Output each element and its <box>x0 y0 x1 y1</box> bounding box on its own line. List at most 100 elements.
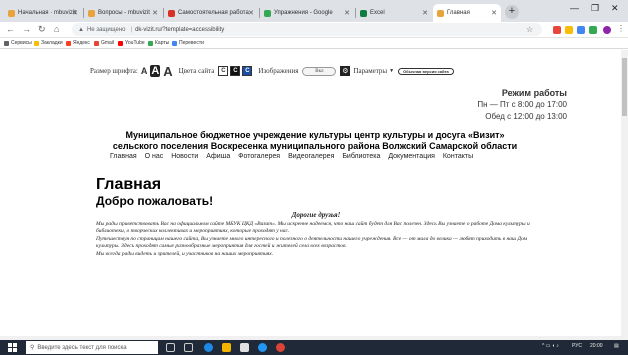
file-explorer-icon[interactable] <box>222 343 231 352</box>
font-size-medium-button[interactable]: A <box>150 65 161 77</box>
edge-icon[interactable] <box>204 343 213 352</box>
settings-label[interactable]: Параметры <box>353 67 387 75</box>
bookmark-item[interactable]: Gmail <box>94 40 114 46</box>
extension-icon[interactable] <box>565 26 573 34</box>
clock[interactable]: 20:00 <box>590 343 603 349</box>
font-size-large-button[interactable]: A <box>163 64 172 79</box>
browser-tab-active[interactable]: Главная ✕ <box>433 4 501 22</box>
tab-favicon-icon <box>360 9 367 17</box>
color-scheme-white-button[interactable]: C <box>218 66 229 76</box>
app-icon[interactable] <box>258 343 267 352</box>
close-tab-icon[interactable]: ✕ <box>248 9 254 17</box>
organization-line-2: сельского поселения Воскресенка муниципа… <box>112 141 518 151</box>
font-size-label: Размер шрифта: <box>90 67 138 75</box>
nav-item-documents[interactable]: Документация <box>388 153 435 160</box>
nav-item-library[interactable]: Библиотека <box>342 153 380 160</box>
bookmark-item[interactable]: YouTube <box>118 40 145 46</box>
nav-item-about[interactable]: О нас <box>145 153 164 160</box>
greeting-block: Дорогие друзья! Мы рады приветствовать В… <box>96 211 536 258</box>
warning-icon: ▲ <box>78 26 84 33</box>
tray-icons[interactable]: ^ ▭ ◖ ♪ <box>542 343 559 349</box>
url-bar[interactable]: ▲ Не защищено | dk-vizit.ru/?template=ac… <box>72 23 542 36</box>
hours-title: Режим работы <box>501 88 567 98</box>
accessibility-panel: Размер шрифта: A A A Цвета сайта C C C И… <box>90 64 454 79</box>
task-view-icon[interactable] <box>184 343 193 352</box>
tab-favicon-icon <box>168 9 175 17</box>
hours-weekdays: Пн — Пт с 8:00 до 17:00 <box>477 100 567 109</box>
minimize-window-icon[interactable]: — <box>570 3 579 13</box>
windows-taskbar: ⚲ Введите здесь текст для поиска ^ ▭ ◖ ♪… <box>0 340 628 355</box>
windows-start-icon[interactable] <box>8 343 17 352</box>
browser-tab[interactable]: Самостоятельная работа ✕ <box>164 4 258 22</box>
tab-favicon-icon <box>88 9 95 17</box>
extension-icon[interactable] <box>589 26 597 34</box>
nav-item-photo-gallery[interactable]: Фотогалерея <box>238 153 280 160</box>
close-tab-icon[interactable]: ✕ <box>491 9 497 17</box>
browser-tab[interactable]: Excel ✕ <box>356 4 432 22</box>
page-content: Размер шрифта: A A A Цвета сайта C C C И… <box>0 50 621 340</box>
bookmark-item[interactable]: Сервисы <box>4 40 32 46</box>
nav-item-news[interactable]: Новости <box>171 153 198 160</box>
store-icon[interactable] <box>240 343 249 352</box>
reload-icon[interactable]: ↻ <box>38 24 46 35</box>
close-tab-icon[interactable]: ✕ <box>152 9 158 17</box>
chevron-down-icon[interactable]: ▼ <box>389 69 394 74</box>
bookmark-item[interactable]: Перевести <box>172 40 204 46</box>
organization-line-1: Муниципальное бюджетное учреждение культ… <box>125 130 505 140</box>
tab-label: Excel <box>370 10 385 16</box>
greeting-paragraph: Мы рады приветствовать Вас на официально… <box>96 220 530 235</box>
bookmark-item[interactable]: Закладки <box>34 40 63 46</box>
home-icon[interactable]: ⌂ <box>54 24 59 34</box>
tab-label: Вопросы - mbuvizit <box>98 10 150 16</box>
cortana-icon[interactable] <box>166 343 175 352</box>
nav-item-home[interactable]: Главная <box>110 153 137 160</box>
browser-tab[interactable]: Начальная · mbuvizit ✕ <box>4 4 82 22</box>
maximize-window-icon[interactable]: ❐ <box>591 3 599 14</box>
organization-title: Муниципальное бюджетное учреждение культ… <box>60 130 570 152</box>
security-label: Не защищено <box>86 26 126 33</box>
profile-avatar[interactable] <box>603 26 611 34</box>
extension-icon[interactable] <box>577 26 585 34</box>
notifications-icon[interactable]: ▤ <box>614 343 619 349</box>
close-tab-icon[interactable]: ✕ <box>422 9 428 17</box>
normal-version-button[interactable]: Обычная версия сайта <box>398 67 454 75</box>
nav-item-contacts[interactable]: Контакты <box>443 153 473 160</box>
color-scheme-blue-button[interactable]: C <box>242 66 253 76</box>
new-tab-button[interactable]: + <box>505 5 519 19</box>
close-window-icon[interactable]: ✕ <box>611 3 619 14</box>
chrome-icon[interactable] <box>276 343 285 352</box>
hours-lunch: Обед с 12:00 до 13:00 <box>485 112 567 121</box>
bookmark-item[interactable]: Яндекс <box>66 40 90 46</box>
star-bookmark-icon[interactable]: ☆ <box>526 25 533 34</box>
tab-label: Начальная · mbuvizit <box>18 10 76 16</box>
bookmark-item[interactable]: Карты <box>148 40 169 46</box>
scrollbar-thumb[interactable] <box>622 58 627 116</box>
gear-icon[interactable]: ⚙ <box>340 66 351 76</box>
nav-item-events[interactable]: Афиша <box>206 153 230 160</box>
working-hours: Режим работы Пн — Пт с 8:00 до 17:00 Обе… <box>477 87 567 123</box>
address-bar-row: ← → ↻ ⌂ ▲ Не защищено | dk-vizit.ru/?tem… <box>0 22 628 38</box>
tab-label: Самостоятельная работа <box>178 10 249 16</box>
nav-item-video-gallery[interactable]: Видеогалерея <box>288 153 334 160</box>
forward-icon[interactable]: → <box>22 24 31 34</box>
greeting-title: Дорогие друзья! <box>291 211 341 219</box>
browser-tab[interactable]: Вопросы - mbuvizit ✕ <box>84 4 162 22</box>
color-label: Цвета сайта <box>178 67 215 75</box>
close-tab-icon[interactable]: ✕ <box>344 9 350 17</box>
browser-tab[interactable]: Упражнения - Google ✕ <box>260 4 354 22</box>
tab-favicon-icon <box>437 9 444 17</box>
tab-label: Главная <box>447 10 470 16</box>
language-indicator[interactable]: РУС <box>572 343 582 349</box>
font-size-small-button[interactable]: A <box>141 66 148 76</box>
greeting-paragraph: Путешествуя по страницам нашего сайта, В… <box>96 235 528 250</box>
taskbar-search-input[interactable]: ⚲ Введите здесь текст для поиска <box>26 341 158 354</box>
close-tab-icon[interactable]: ✕ <box>72 9 78 17</box>
browser-menu-icon[interactable]: ⋮ <box>617 24 625 33</box>
url-text: dk-vizit.ru/?template=accessibility <box>135 26 225 33</box>
images-toggle[interactable]: Вкл <box>302 66 337 76</box>
extension-icon[interactable] <box>553 26 561 34</box>
images-label: Изображения <box>258 67 299 75</box>
back-icon[interactable]: ← <box>6 24 15 34</box>
color-scheme-black-button[interactable]: C <box>230 66 241 76</box>
greeting-paragraph: Мы всегда рады видеть и зрителей, и учас… <box>96 250 274 257</box>
